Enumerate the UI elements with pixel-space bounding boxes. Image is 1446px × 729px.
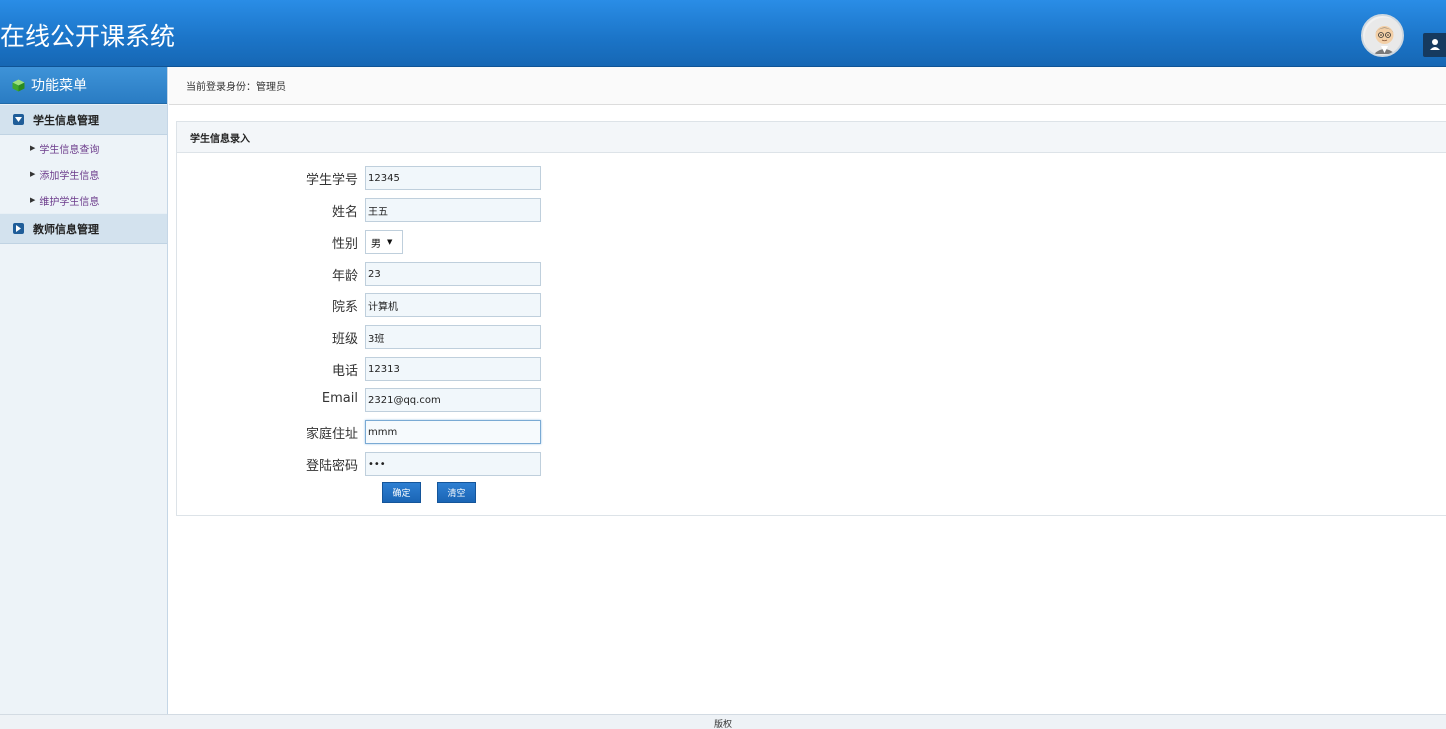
class-input[interactable] bbox=[365, 325, 541, 349]
phone-input[interactable] bbox=[365, 357, 541, 381]
field-label: 登陆密码 bbox=[305, 459, 358, 474]
name-input[interactable] bbox=[365, 198, 541, 222]
form-row-name: 姓名 bbox=[177, 198, 777, 222]
expand-icon bbox=[13, 223, 24, 234]
sidebar-item-query-student[interactable]: ▶ 学生信息查询 bbox=[0, 135, 167, 161]
form-row-age: 年龄 bbox=[177, 262, 777, 286]
top-header: 在线公开课系统 bbox=[0, 0, 1446, 67]
cube-icon bbox=[12, 79, 25, 91]
chevron-down-icon: ▼ bbox=[387, 238, 393, 246]
sidebar-group-label: 教师信息管理 bbox=[33, 222, 99, 236]
user-menu-button[interactable] bbox=[1423, 33, 1446, 57]
user-icon bbox=[1430, 39, 1440, 50]
student-id-input[interactable] bbox=[365, 166, 541, 190]
form-row-student-id: 学生学号 bbox=[177, 166, 777, 190]
collapse-icon bbox=[13, 114, 24, 125]
sidebar-item-label: 添加学生信息 bbox=[39, 170, 100, 182]
login-identity-text: 当前登录身份：管理员 bbox=[186, 82, 286, 93]
sidebar: 功能菜单 学生信息管理 ▶ 学生信息查询 ▶ 添加学生信息 ▶ 维护学生信息 教… bbox=[0, 67, 168, 714]
sidebar-item-label: 学生信息查询 bbox=[39, 144, 100, 156]
gender-select[interactable]: 男 ▼ bbox=[365, 230, 403, 254]
sidebar-item-maintain-student[interactable]: ▶ 维护学生信息 bbox=[0, 187, 167, 213]
form-row-gender: 性别 男 ▼ bbox=[177, 230, 777, 254]
submit-button[interactable]: 确定 bbox=[382, 482, 421, 503]
sidebar-title: 功能菜单 bbox=[31, 78, 87, 94]
field-label: 班级 bbox=[331, 332, 358, 347]
bullet-triangle-icon: ▶ bbox=[30, 170, 36, 178]
form-row-email: Email bbox=[177, 388, 777, 412]
sidebar-item-add-student[interactable]: ▶ 添加学生信息 bbox=[0, 161, 167, 187]
field-label: 姓名 bbox=[331, 205, 358, 220]
gender-selected-value: 男 bbox=[371, 238, 381, 250]
footer: 版权 bbox=[0, 714, 1446, 729]
reset-button[interactable]: 清空 bbox=[437, 482, 476, 503]
sidebar-item-label: 维护学生信息 bbox=[39, 196, 100, 208]
user-avatar-icon[interactable] bbox=[1361, 14, 1404, 57]
field-label: 院系 bbox=[331, 300, 358, 315]
app-title: 在线公开课系统 bbox=[0, 22, 176, 51]
address-input[interactable] bbox=[365, 420, 541, 444]
field-label: 性别 bbox=[331, 237, 358, 252]
age-input[interactable] bbox=[365, 262, 541, 286]
sidebar-group-label: 学生信息管理 bbox=[33, 113, 99, 127]
sidebar-group-teacher[interactable]: 教师信息管理 bbox=[0, 213, 167, 244]
student-form-panel: 学生信息录入 学生学号 姓名 性别 男 ▼ 年龄 院系 班级 电话 Email … bbox=[176, 121, 1446, 516]
panel-title: 学生信息录入 bbox=[177, 122, 1446, 153]
department-input[interactable] bbox=[365, 293, 541, 317]
field-label: 学生学号 bbox=[305, 173, 358, 188]
field-label: 电话 bbox=[331, 364, 358, 379]
field-label: 年龄 bbox=[331, 269, 358, 284]
field-label: Email bbox=[321, 391, 358, 406]
form-row-department: 院系 bbox=[177, 293, 777, 317]
copyright-text: 版权 bbox=[713, 720, 732, 729]
field-label: 家庭住址 bbox=[305, 427, 358, 442]
form-row-address: 家庭住址 bbox=[177, 420, 777, 444]
form-row-class: 班级 bbox=[177, 325, 777, 349]
email-input[interactable] bbox=[365, 388, 541, 412]
password-input[interactable] bbox=[365, 452, 541, 476]
form-row-phone: 电话 bbox=[177, 357, 777, 381]
bullet-triangle-icon: ▶ bbox=[30, 196, 36, 204]
bullet-triangle-icon: ▶ bbox=[30, 144, 36, 152]
sidebar-header: 功能菜单 bbox=[0, 67, 167, 104]
breadcrumb: 当前登录身份：管理员 bbox=[169, 67, 1446, 105]
form-row-password: 登陆密码 bbox=[177, 452, 777, 476]
sidebar-group-student[interactable]: 学生信息管理 bbox=[0, 104, 167, 135]
